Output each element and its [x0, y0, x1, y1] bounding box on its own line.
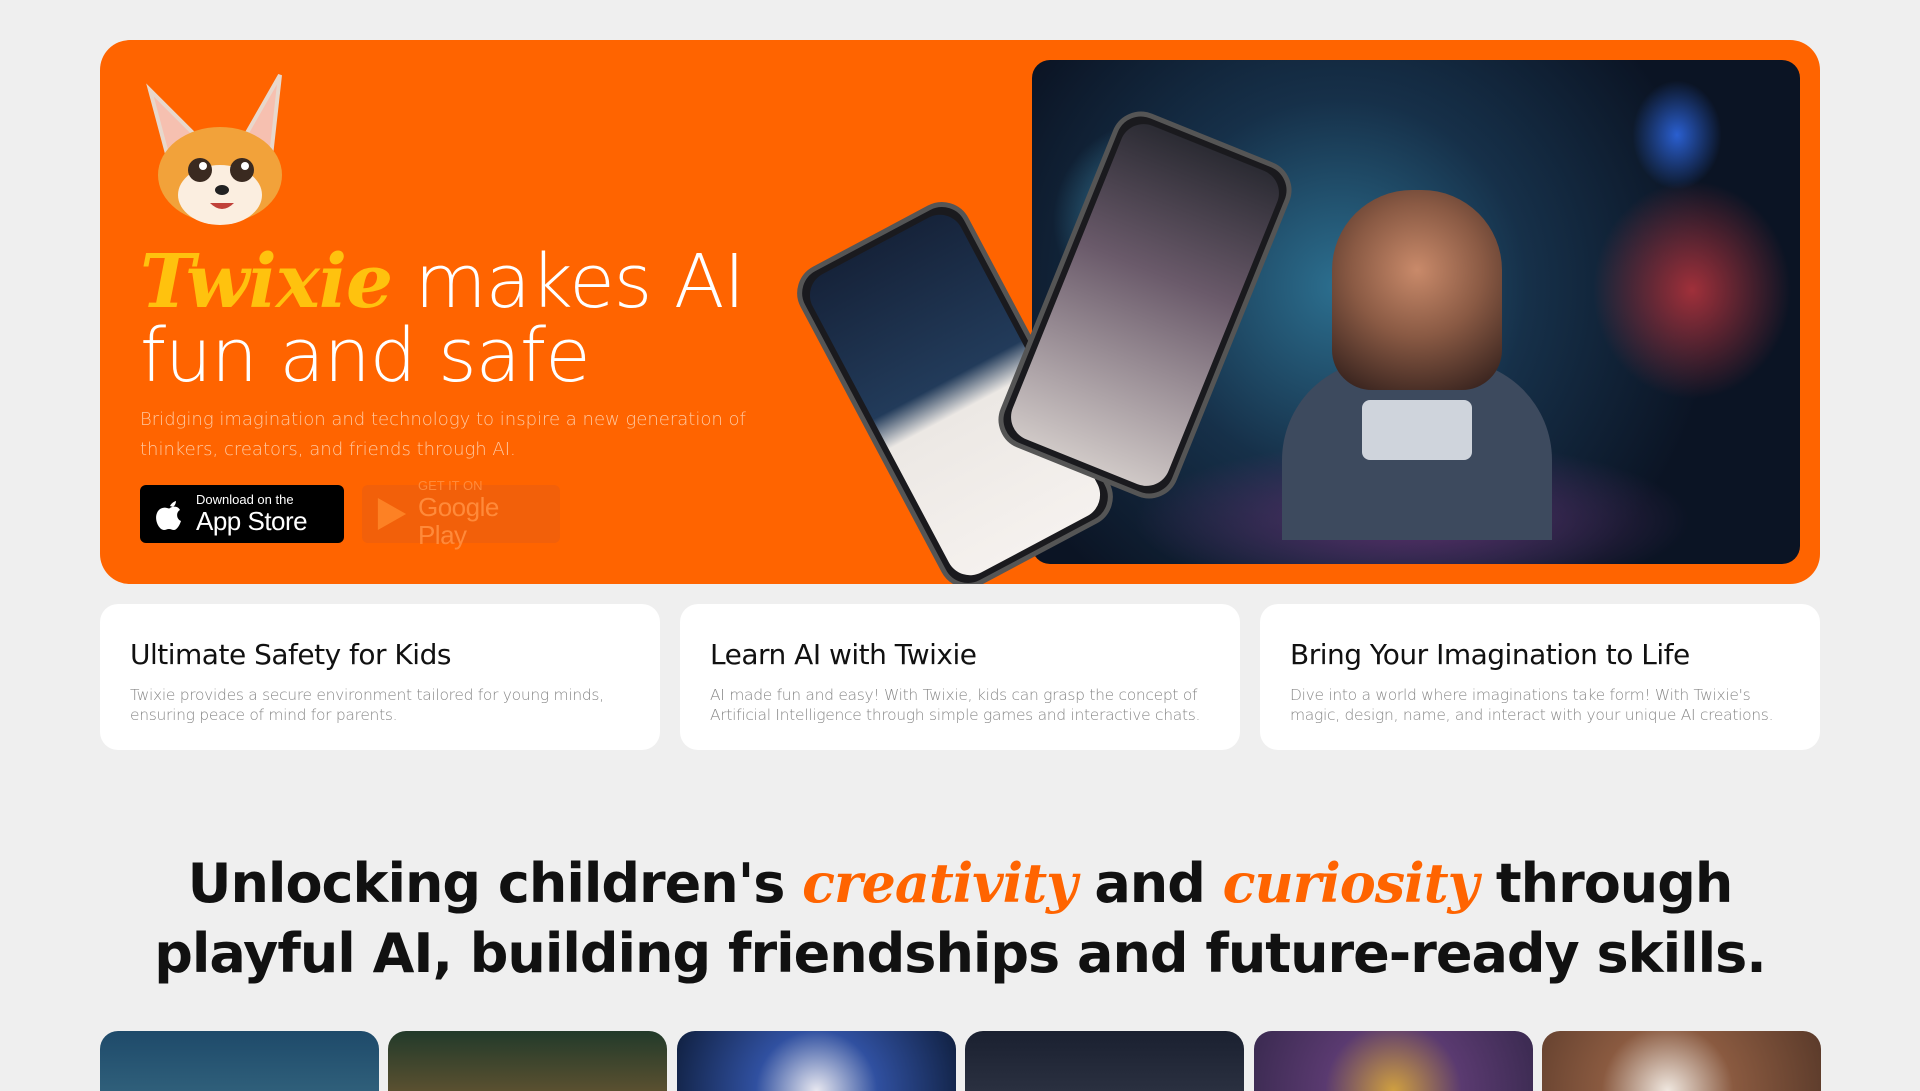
- hero-banner: Twixie makes AI fun and safe Bridging im…: [100, 40, 1820, 584]
- feature-card-imagination: Bring Your Imagination to Life Dive into…: [1260, 604, 1820, 750]
- hero-subtitle: Bridging imagination and technology to i…: [140, 409, 746, 460]
- appstore-small-label: Download on the: [196, 492, 294, 507]
- feature-card-learn-ai: Learn AI with Twixie AI made fun and eas…: [680, 604, 1240, 750]
- title-line2: fun and safe: [140, 313, 591, 399]
- google-play-button[interactable]: GET IT ON Google Play: [362, 479, 560, 549]
- hero-title: Twixie makes AI fun and safe: [140, 245, 745, 393]
- character-thumbnail[interactable]: [1542, 1031, 1821, 1091]
- feature-description: Dive into a world where imaginations tak…: [1290, 686, 1774, 724]
- character-thumbnail[interactable]: [1254, 1031, 1533, 1091]
- googleplay-label: Google Play: [417, 492, 499, 550]
- feature-description: AI made fun and easy! With Twixie, kids …: [710, 686, 1201, 724]
- play-icon: [377, 498, 407, 530]
- feature-title: Ultimate Safety for Kids: [130, 638, 451, 671]
- feature-description: Twixie provides a secure environment tai…: [130, 686, 604, 724]
- character-thumbnail[interactable]: [965, 1031, 1244, 1091]
- app-store-button[interactable]: Download on the App Store: [140, 485, 344, 543]
- fox-mascot-logo: [146, 74, 282, 225]
- feature-card-safety: Ultimate Safety for Kids Twixie provides…: [100, 604, 660, 750]
- appstore-label: App Store: [196, 506, 308, 536]
- character-thumbnail[interactable]: [388, 1031, 667, 1091]
- feature-title: Learn AI with Twixie: [710, 638, 977, 671]
- googleplay-small-label: GET IT ON: [417, 478, 483, 493]
- character-thumbnail[interactable]: [677, 1031, 956, 1091]
- highlight-creativity: creativity: [802, 851, 1077, 915]
- character-thumbnail[interactable]: [100, 1031, 379, 1091]
- apple-icon: [156, 501, 181, 530]
- mission-headline: Unlocking children's creativity and curi…: [100, 848, 1820, 989]
- feature-title: Bring Your Imagination to Life: [1290, 638, 1690, 671]
- headline-text: and: [1076, 852, 1223, 915]
- headline-text: Unlocking children's: [187, 852, 803, 915]
- highlight-curiosity: curiosity: [1222, 851, 1479, 915]
